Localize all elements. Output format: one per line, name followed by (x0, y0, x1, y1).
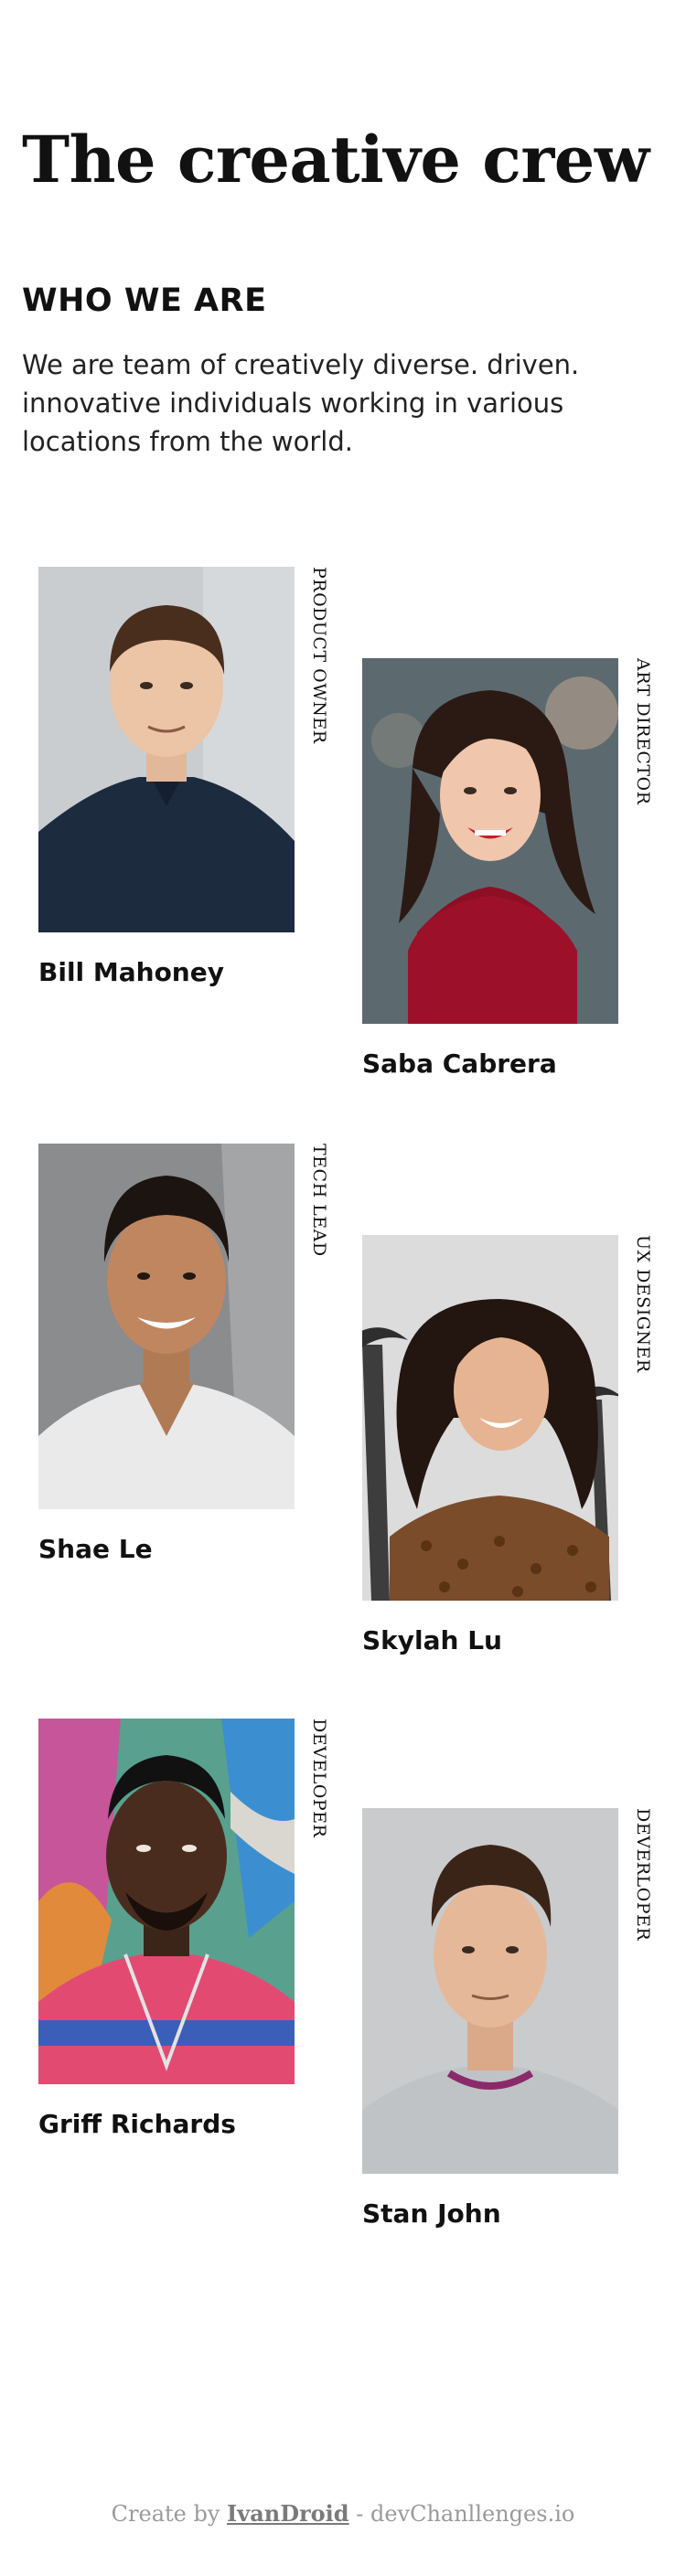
member-role: PRODUCT OWNER (309, 567, 329, 744)
member-photo (362, 658, 618, 1024)
member-photo (38, 1719, 295, 2084)
member-name: Shae Le (38, 1534, 153, 1564)
member-photo (362, 1808, 618, 2174)
member-photo (38, 567, 295, 932)
section-heading: WHO WE ARE (22, 282, 267, 319)
author-link[interactable]: IvanDroid (227, 2500, 349, 2527)
portrait-image (38, 567, 295, 932)
portrait-image (362, 658, 618, 1024)
portrait-image (362, 1235, 618, 1601)
member-role: UX DESIGNER (633, 1235, 653, 1373)
intro-text: We are team of creatively diverse. drive… (22, 349, 580, 457)
member-photo (38, 1144, 295, 1509)
footer-credit: Create by IvanDroid - devChanllenges.io (0, 2500, 686, 2527)
member-name: Skylah Lu (362, 1625, 502, 1655)
member-photo (362, 1235, 618, 1601)
member-role: ART DIRECTOR (633, 658, 653, 805)
member-role: DEVERLOPER (633, 1808, 653, 1942)
member-role: TECH LEAD (309, 1144, 329, 1257)
member-name: Bill Mahoney (38, 957, 224, 987)
member-role: DEVELOPER (309, 1719, 329, 1838)
member-name: Stan John (362, 2198, 501, 2229)
portrait-image (38, 1719, 295, 2084)
page-title: The creative crew (22, 122, 649, 197)
footer-suffix: - devChanllenges.io (348, 2501, 575, 2527)
footer-prefix: Create by (111, 2501, 228, 2527)
member-name: Saba Cabrera (362, 1048, 557, 1079)
member-name: Griff Richards (38, 2109, 236, 2139)
portrait-image (362, 1808, 618, 2174)
portrait-image (38, 1144, 295, 1509)
